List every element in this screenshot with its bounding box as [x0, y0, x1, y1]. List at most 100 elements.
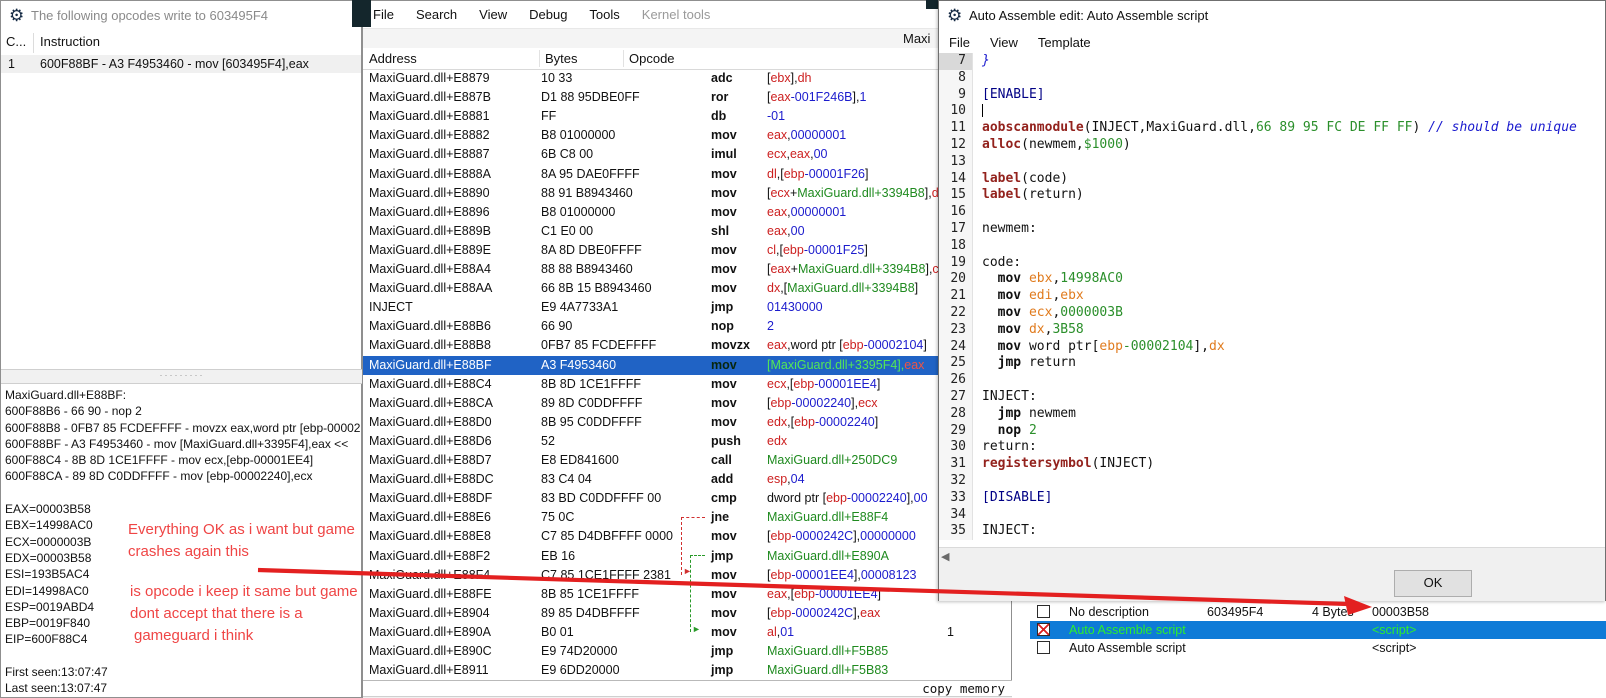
menu-file[interactable]: File — [949, 35, 970, 50]
disassembly-row[interactable]: MaxiGuard.dll+E8882B8 01000000moveax,000… — [363, 126, 1013, 145]
disassembly-row[interactable]: MaxiGuard.dll+E88E675 0CjneMaxiGuard.dll… — [363, 508, 1013, 527]
script-line[interactable]: 23 mov dx,3B58 — [939, 322, 1605, 339]
operand-segment: MaxiGuard.dll+E890A — [767, 549, 889, 563]
operand-segment: ,[ — [777, 167, 784, 181]
script-line[interactable]: 21 mov edi,ebx — [939, 288, 1605, 305]
disassembly-row[interactable]: MaxiGuard.dll+E88E8C7 85 D4DBFFFF 0000mo… — [363, 527, 1013, 546]
script-line[interactable]: 25 jmp return — [939, 355, 1605, 372]
menu-template[interactable]: Template — [1038, 35, 1091, 50]
disassembly-row[interactable]: MaxiGuard.dll+E88B80FB7 85 FCDEFFFFmovzx… — [363, 336, 1013, 355]
disassembly-row[interactable]: MaxiGuard.dll+E88CA89 8D C0DDFFFFmov[ebp… — [363, 394, 1013, 413]
script-line[interactable]: 27INJECT: — [939, 389, 1605, 406]
disassembly-row[interactable]: MaxiGuard.dll+E88C48B 8D 1CE1FFFFmovecx,… — [363, 375, 1013, 394]
active-checkbox[interactable] — [1037, 605, 1050, 618]
script-line[interactable]: 33[DISABLE] — [939, 490, 1605, 507]
cheat-table-row[interactable]: Auto Assemble script<script> — [1012, 639, 1606, 657]
active-checkbox[interactable] — [1037, 623, 1050, 636]
disassembly-row[interactable]: MaxiGuard.dll+E8896B8 01000000moveax,000… — [363, 203, 1013, 222]
disassembly-row[interactable]: MaxiGuard.dll+E88DF83 BD C0DDFFFF 00cmpd… — [363, 489, 1013, 508]
disassembly-row[interactable]: MaxiGuard.dll+E88F4C7 85 1CE1FFFF 2381mo… — [363, 566, 1013, 585]
active-checkbox[interactable] — [1037, 641, 1050, 654]
operand-segment: ecx — [767, 147, 786, 161]
ok-button[interactable]: OK — [1394, 570, 1472, 597]
opcode-list-item[interactable]: 1 600F88BF - A3 F4953460 - mov [603495F4… — [1, 55, 361, 73]
script-line[interactable]: 7} — [939, 53, 1605, 70]
instruction-operand: [ebp-00001EE4],00008123 — [767, 568, 916, 582]
horizontal-scrollbar[interactable]: ◀ — [939, 547, 1605, 565]
disassembly-row[interactable]: MaxiGuard.dll+E8881FFdb-01 — [363, 107, 1013, 126]
script-line[interactable]: 34 — [939, 507, 1605, 524]
script-line[interactable]: 17newmem: — [939, 221, 1605, 238]
disassembly-row[interactable]: MaxiGuard.dll+E88DC83 C4 04addesp,04 — [363, 470, 1013, 489]
script-line[interactable]: 14label(code) — [939, 171, 1605, 188]
script-line[interactable]: 31registersymbol(INJECT) — [939, 456, 1605, 473]
disassembly-row-selected[interactable]: MaxiGuard.dll+E88BFA3 F4953460mov[MaxiGu… — [363, 356, 1013, 375]
script-editor[interactable]: 7}89[ENABLE]1011aobscanmodule(INJECT,Max… — [939, 53, 1605, 547]
instruction-address: MaxiGuard.dll+E88BF — [369, 358, 492, 372]
line-number: 24 — [939, 339, 973, 356]
script-line[interactable]: 10 — [939, 103, 1605, 120]
cheat-table-row-selected[interactable]: Auto Assemble script<script> — [1012, 621, 1606, 639]
scroll-left-icon[interactable]: ◀ — [941, 550, 949, 563]
cheat-engine-icon: ⚙ — [947, 6, 962, 26]
menu-tools[interactable]: Tools — [589, 7, 619, 22]
disassembly-row[interactable]: MaxiGuard.dll+E88D652pushedx — [363, 432, 1013, 451]
script-line[interactable]: 18 — [939, 238, 1605, 255]
disassembly-row[interactable]: MaxiGuard.dll+E887BD1 88 95DBE0FFror[eax… — [363, 88, 1013, 107]
module-bar-text: Maxi — [903, 31, 930, 46]
memory-viewer-statusbar[interactable]: copy memory — [363, 680, 1013, 696]
disassembly-row[interactable]: MaxiGuard.dll+E8911E9 6DD20000jmpMaxiGua… — [363, 661, 1013, 680]
disassembly-row[interactable]: MaxiGuard.dll+E887910 33adc[ebx],dh — [363, 69, 1013, 88]
cheat-table-row[interactable]: No description603495F44 Bytes00003B58 — [1012, 603, 1606, 621]
menu-view[interactable]: View — [479, 7, 507, 22]
disassembly-row[interactable]: MaxiGuard.dll+E88D7E8 ED841600callMaxiGu… — [363, 451, 1013, 470]
operand-segment — [982, 339, 998, 354]
script-line[interactable]: 32 — [939, 473, 1605, 490]
script-line[interactable]: 29 nop 2 — [939, 423, 1605, 440]
line-number: 27 — [939, 389, 973, 406]
operand-segment: ebp — [784, 167, 805, 181]
disassembly-row[interactable]: MaxiGuard.dll+E889088 91 B8943460mov[ecx… — [363, 184, 1013, 203]
menu-search[interactable]: Search — [416, 7, 457, 22]
disassembly-row[interactable]: MaxiGuard.dll+E88B666 90nop2 — [363, 317, 1013, 336]
script-line[interactable]: 20 mov ebx,14998AC0 — [939, 271, 1605, 288]
disassembly-row[interactable]: MaxiGuard.dll+E889BC1 E0 00shleax,00 — [363, 222, 1013, 241]
script-line[interactable]: 22 mov ecx,0000003B — [939, 305, 1605, 322]
module-bar[interactable]: Maxi — [363, 28, 1011, 50]
script-line[interactable]: 13 — [939, 154, 1605, 171]
disassembly-row[interactable]: MaxiGuard.dll+E890CE9 74D20000jmpMaxiGua… — [363, 642, 1013, 661]
disassembly-row[interactable]: MaxiGuard.dll+E88A488 88 B8943460mov[eax… — [363, 260, 1013, 279]
disassembly-row[interactable]: MaxiGuard.dll+E888A8A 95 DAE0FFFFmovdl,[… — [363, 165, 1013, 184]
script-line[interactable]: 11aobscanmodule(INJECT,MaxiGuard.dll,66 … — [939, 120, 1605, 137]
disassembly-row[interactable]: INJECTE9 4A7733A1jmp01430000 — [363, 298, 1013, 317]
operand-segment: label — [982, 171, 1021, 186]
script-line[interactable]: 16 — [939, 204, 1605, 221]
disassembly-row[interactable]: MaxiGuard.dll+E889E8A 8D DBE0FFFFmovcl,[… — [363, 241, 1013, 260]
operand-segment: -01 — [767, 109, 785, 123]
menu-view[interactable]: View — [990, 35, 1018, 50]
disassembly-row[interactable]: MaxiGuard.dll+E88AA66 8B 15 B8943460movd… — [363, 279, 1013, 298]
script-line[interactable]: 35INJECT: — [939, 523, 1605, 540]
disassembly-row[interactable]: MaxiGuard.dll+E88D08B 95 C0DDFFFFmovedx,… — [363, 413, 1013, 432]
disassembly-row[interactable]: MaxiGuard.dll+E890489 85 D4DBFFFFmov[ebp… — [363, 604, 1013, 623]
opcode-count: 1 — [8, 57, 15, 71]
script-line[interactable]: 9[ENABLE] — [939, 87, 1605, 104]
script-line[interactable]: 19code: — [939, 255, 1605, 272]
script-line[interactable]: 26 — [939, 372, 1605, 389]
operand-segment: [DISABLE] — [982, 490, 1052, 505]
instruction-operand: dx,[MaxiGuard.dll+3394B8] — [767, 281, 918, 295]
script-line[interactable]: 12alloc(newmem,$1000) — [939, 137, 1605, 154]
panel-splitter[interactable] — [1, 369, 363, 384]
disassembly-row[interactable]: MaxiGuard.dll+E890AB0 01moval,011 — [363, 623, 1013, 642]
script-line[interactable]: 15label(return) — [939, 187, 1605, 204]
menu-file[interactable]: File — [373, 7, 394, 22]
script-line[interactable]: 28 jmp newmem — [939, 406, 1605, 423]
script-line[interactable]: 30return: — [939, 439, 1605, 456]
menu-debug[interactable]: Debug — [529, 7, 567, 22]
disassembly-row[interactable]: MaxiGuard.dll+E88FE8B 85 1CE1FFFFmoveax,… — [363, 585, 1013, 604]
disassembly-row[interactable]: MaxiGuard.dll+E88876B C8 00imulecx,eax,0… — [363, 145, 1013, 164]
script-line[interactable]: 8 — [939, 70, 1605, 87]
script-line[interactable]: 24 mov word ptr[ebp-00002104],dx — [939, 339, 1605, 356]
instruction-mnemonic: mov — [711, 167, 737, 181]
disassembly-row[interactable]: MaxiGuard.dll+E88F2EB 16jmpMaxiGuard.dll… — [363, 547, 1013, 566]
